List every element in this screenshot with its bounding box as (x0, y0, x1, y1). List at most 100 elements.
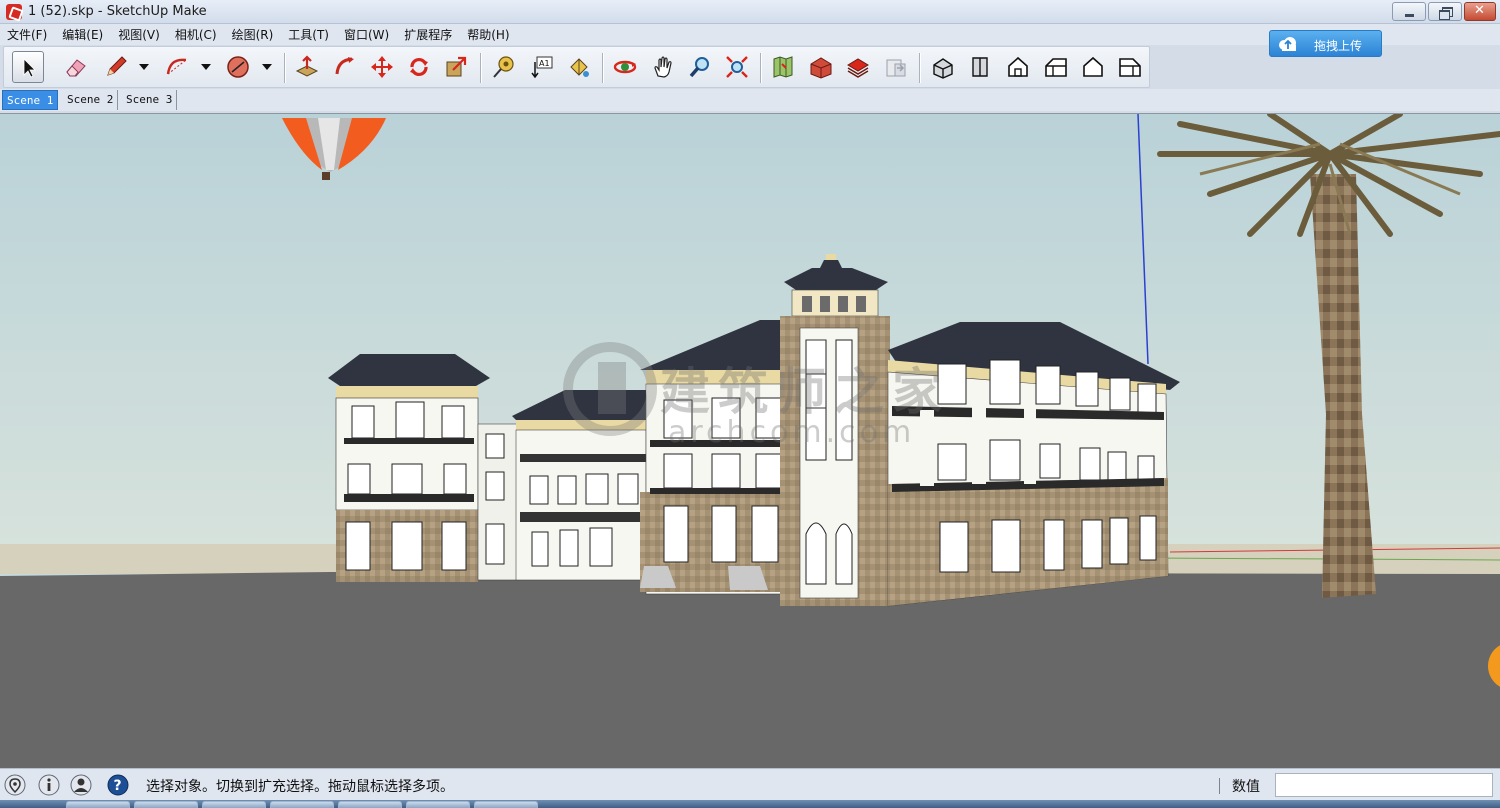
central-block (640, 320, 800, 595)
eraser-tool[interactable] (60, 51, 92, 83)
arc-tool[interactable] (161, 51, 193, 83)
menu-camera[interactable]: 相机(C) (175, 26, 217, 43)
chevron-down-icon (139, 64, 149, 70)
extension-warehouse-icon (847, 58, 869, 78)
move-tool[interactable] (366, 51, 398, 83)
rotate-icon (410, 58, 428, 76)
follow-me-icon (335, 57, 354, 75)
right-house-icon (1045, 58, 1067, 77)
sketchup-logo-icon (6, 4, 22, 20)
orbit-icon (613, 60, 637, 74)
arc-dropdown[interactable] (199, 51, 213, 83)
menu-extensions[interactable]: 扩展程序 (404, 26, 452, 43)
scale-icon (446, 56, 467, 77)
upload-button[interactable]: 拖拽上传 (1269, 30, 1382, 57)
front-view[interactable] (1002, 51, 1034, 83)
taskbar-button[interactable] (270, 801, 334, 808)
scene-tabs: Scene 1 Scene 2 Scene 3 (0, 89, 1500, 111)
shape-dropdown[interactable] (260, 51, 274, 83)
pencil-icon (107, 56, 127, 76)
zoom-extents-icon (726, 56, 748, 78)
os-taskbar (0, 800, 1500, 808)
right-view[interactable] (1040, 51, 1072, 83)
taskbar-button[interactable] (66, 801, 130, 808)
taskbar-button[interactable] (474, 801, 538, 808)
shape-tool[interactable] (222, 51, 254, 83)
extension-warehouse-tool[interactable] (842, 51, 874, 83)
text-tool[interactable]: A1 (526, 51, 558, 83)
map-icon (773, 56, 793, 78)
tab-scene-2[interactable]: Scene 2 (63, 90, 119, 110)
menu-window[interactable]: 窗口(W) (344, 26, 389, 43)
measurements-label: 数值 (1232, 779, 1260, 795)
back-view[interactable] (1077, 51, 1109, 83)
tab-scene-1[interactable]: Scene 1 (2, 90, 59, 110)
tape-measure-tool[interactable] (488, 51, 520, 83)
menu-tools[interactable]: 工具(T) (288, 26, 329, 43)
taskbar-button[interactable] (338, 801, 402, 808)
tape-measure-icon (493, 56, 514, 78)
zoom-extents-tool[interactable] (721, 51, 753, 83)
menu-draw[interactable]: 绘图(R) (232, 26, 274, 43)
taskbar-button[interactable] (406, 801, 470, 808)
iso-house-icon (933, 58, 953, 79)
geo-location-icon[interactable] (4, 774, 26, 796)
close-icon[interactable] (1464, 2, 1496, 21)
pan-tool[interactable] (647, 51, 679, 83)
restore-icon[interactable] (1428, 2, 1462, 21)
arc-icon (166, 58, 187, 75)
arrow-cursor-icon (23, 58, 36, 78)
user-icon[interactable] (70, 774, 92, 796)
3d-viewport[interactable]: 建筑师之家 archcom.com (0, 113, 1500, 768)
warehouse-icon (810, 57, 832, 79)
select-tool[interactable] (12, 51, 44, 83)
push-pull-tool[interactable] (291, 51, 323, 83)
text-label-icon: A1 (531, 56, 553, 79)
3d-warehouse-tool[interactable] (805, 51, 837, 83)
iso-view[interactable] (927, 51, 959, 83)
toolbar-separator (602, 53, 604, 83)
hand-icon (654, 56, 672, 78)
pencil-dropdown[interactable] (137, 51, 151, 83)
help-icon[interactable]: ? (107, 774, 129, 796)
left-house-icon (1119, 58, 1141, 77)
menu-view[interactable]: 视图(V) (118, 26, 160, 43)
tab-scene-3[interactable]: Scene 3 (122, 90, 178, 110)
taskbar-button[interactable] (202, 801, 266, 808)
chevron-down-icon (201, 64, 211, 70)
status-message: 选择对象。切换到扩充选择。拖动鼠标选择多项。 (146, 779, 454, 795)
sketchup-window: 1 (52).skp - SketchUp Make 文件(F) 编辑(E) 视… (0, 0, 1500, 808)
top-view[interactable] (964, 51, 996, 83)
model-scene[interactable]: 建筑师之家 archcom.com (0, 114, 1500, 768)
orbit-tool[interactable] (609, 51, 641, 83)
paint-bucket-icon (570, 58, 589, 77)
rotate-tool[interactable] (403, 51, 435, 83)
scale-tool[interactable] (440, 51, 472, 83)
toolbar-separator (760, 53, 762, 83)
paint-bucket-tool[interactable] (563, 51, 595, 83)
menu-edit[interactable]: 编辑(E) (62, 26, 103, 43)
watermark-url: archcom.com (668, 415, 915, 450)
credits-icon[interactable] (38, 774, 60, 796)
pencil-tool[interactable] (100, 51, 132, 83)
move-arrows-icon (371, 56, 393, 78)
menu-file[interactable]: 文件(F) (7, 26, 47, 43)
menu-help[interactable]: 帮助(H) (467, 26, 509, 43)
send-to-layout-tool[interactable] (880, 51, 912, 83)
svg-text:A1: A1 (539, 59, 550, 68)
upload-label: 拖拽上传 (1314, 39, 1363, 53)
toolbar-separator (919, 53, 921, 83)
taskbar-button[interactable] (134, 801, 198, 808)
minimize-icon[interactable] (1392, 2, 1426, 21)
polygon-icon (227, 56, 249, 78)
add-location-tool[interactable] (767, 51, 799, 83)
chevron-down-icon (262, 64, 272, 70)
ground-plane (0, 572, 1500, 768)
top-view-icon (972, 57, 988, 77)
left-view[interactable] (1114, 51, 1146, 83)
cloud-upload-icon (1279, 37, 1296, 51)
status-bar: ? 选择对象。切换到扩充选择。拖动鼠标选择多项。 数值 (0, 768, 1500, 800)
follow-me-tool[interactable] (329, 51, 361, 83)
measurements-input[interactable] (1275, 773, 1493, 797)
zoom-tool[interactable] (684, 51, 716, 83)
